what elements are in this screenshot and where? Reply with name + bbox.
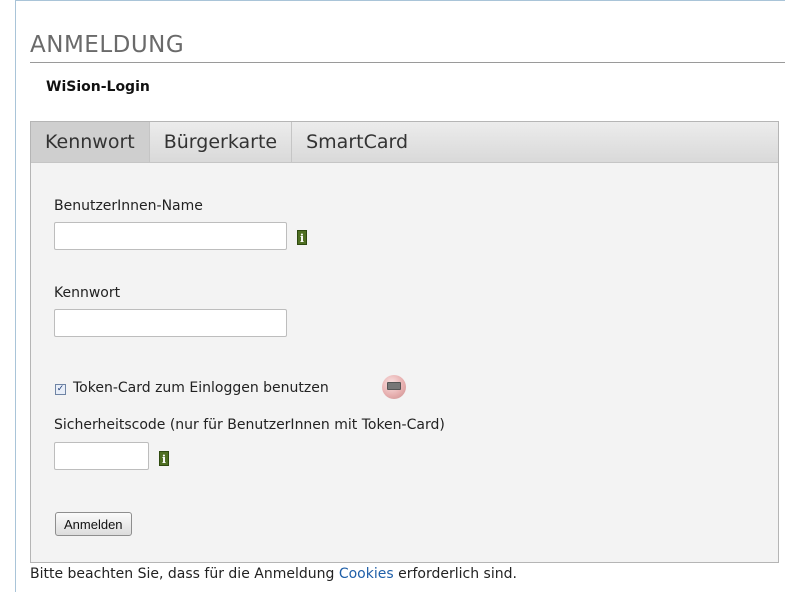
login-button[interactable]: Anmelden xyxy=(55,512,132,536)
tab-kennwort[interactable]: Kennwort xyxy=(31,122,150,162)
token-checkbox[interactable]: ✓ xyxy=(55,384,66,395)
security-code-label: Sicherheitscode (nur für BenutzerInnen m… xyxy=(54,417,445,433)
login-panel: Kennwort Bürgerkarte SmartCard xyxy=(30,121,779,563)
tab-smartcard[interactable]: SmartCard xyxy=(292,122,422,162)
token-checkbox-label: Token-Card zum Einloggen benutzen xyxy=(73,380,329,396)
cookie-note-before: Bitte beachten Sie, dass für die Anmeldu… xyxy=(30,566,335,582)
cookie-note-after: erforderlich sind. xyxy=(398,566,517,582)
security-code-info-icon[interactable]: i xyxy=(159,451,169,466)
cookie-note: Bitte beachten Sie, dass für die Anmeldu… xyxy=(30,566,517,582)
page-title: ANMELDUNG xyxy=(30,30,785,63)
password-input[interactable] xyxy=(54,309,287,337)
username-info-icon[interactable]: i xyxy=(297,230,307,245)
username-input[interactable] xyxy=(54,222,287,250)
tab-buergerkarte[interactable]: Bürgerkarte xyxy=(150,122,293,162)
token-card-screen xyxy=(387,382,401,390)
security-code-input[interactable] xyxy=(54,442,149,470)
password-label: Kennwort xyxy=(54,285,121,301)
username-label: BenutzerInnen-Name xyxy=(54,198,203,214)
cookies-link[interactable]: Cookies xyxy=(339,566,394,582)
token-card-icon xyxy=(382,375,406,399)
login-subtitle: WiSion-Login xyxy=(46,79,150,95)
tab-bar: Kennwort Bürgerkarte SmartCard xyxy=(31,122,778,163)
